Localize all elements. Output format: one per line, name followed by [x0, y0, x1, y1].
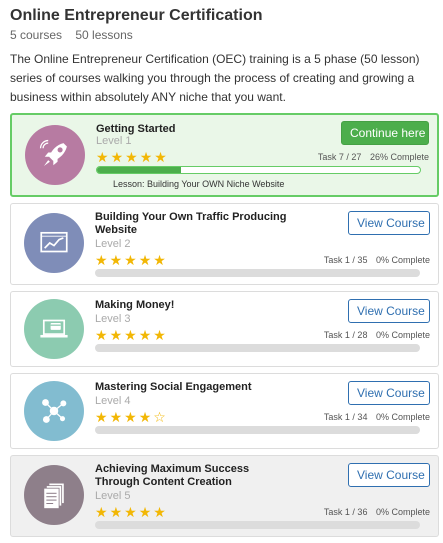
star-rating: ★★★★★ — [95, 253, 168, 267]
task-progress-text: Task 1 / 34 0% Complete — [324, 412, 430, 423]
course-card-social-engagement[interactable]: Mastering Social Engagement Level 4 ★★★★… — [10, 373, 439, 449]
course-page: Online Entrepreneur Certification 5 cour… — [0, 0, 443, 537]
social-network-icon — [42, 399, 67, 423]
star-icon: ★ — [95, 327, 110, 343]
star-icon: ★ — [125, 149, 140, 165]
progress-bar — [95, 521, 420, 529]
course-meta: 5 courses 50 lessons — [10, 28, 439, 42]
course-title: Mastering Social Engagement — [95, 381, 252, 393]
task-count: Task 1 / 35 — [323, 255, 368, 265]
star-icon: ★ — [109, 252, 125, 268]
star-icon: ★ — [109, 327, 125, 343]
laptop-card-icon — [40, 319, 68, 338]
star-icon: ★ — [138, 252, 154, 268]
percent-complete: 26% Complete — [369, 152, 429, 162]
course-title: Building Your Own Traffic Producing Webs… — [95, 211, 287, 236]
star-icon: ★ — [96, 149, 111, 165]
task-progress-text: Task 7 / 27 26% Complete — [318, 152, 429, 163]
course-card-making-money[interactable]: Making Money! Level 3 ★★★★★ Task 1 / 28 … — [10, 291, 439, 367]
page-description: The Online Entrepreneur Certification (O… — [10, 52, 420, 104]
progress-bar — [95, 426, 420, 434]
star-icon: ★ — [95, 409, 110, 425]
course-title: Achieving Maximum Success Through Conten… — [95, 463, 250, 488]
star-icon: ★ — [153, 504, 168, 520]
percent-complete: 0% Complete — [375, 507, 430, 517]
course-list: Getting Started Level 1 ★★★★★ Task 7 / 2… — [10, 113, 439, 537]
half-star-icon: ☆ — [153, 409, 168, 425]
documents-icon — [43, 482, 65, 510]
star-rating: ★★★★★ — [95, 505, 168, 519]
course-icon-circle — [24, 381, 84, 441]
course-title: Making Money! — [95, 299, 175, 311]
star-icon: ★ — [124, 409, 139, 425]
star-icon: ★ — [154, 149, 169, 165]
star-icon: ★ — [153, 327, 168, 343]
view-course-button[interactable]: View Course — [348, 381, 430, 405]
percent-complete: 0% Complete — [375, 255, 430, 265]
star-rating: ★★★★★ — [95, 328, 168, 342]
task-progress-text: Task 1 / 28 0% Complete — [324, 330, 430, 341]
progress-bar — [95, 344, 420, 352]
course-level: Level 3 — [95, 313, 131, 325]
course-card-traffic-website[interactable]: Building Your Own Traffic Producing Webs… — [10, 203, 439, 285]
star-icon: ★ — [139, 149, 155, 165]
courses-count: 5 courses — [10, 28, 63, 42]
task-count: Task 7 / 27 — [317, 152, 362, 162]
current-lesson: Lesson: Building Your OWN Niche Website — [113, 179, 285, 189]
rocket-icon — [39, 139, 67, 167]
view-course-button[interactable]: View Course — [348, 463, 430, 487]
lessons-count: 50 lessons — [75, 28, 133, 42]
course-icon-circle — [24, 299, 84, 359]
star-icon: ★ — [95, 504, 110, 520]
progress-bar — [96, 166, 421, 174]
star-icon: ★ — [124, 327, 139, 343]
star-icon: ★ — [109, 409, 125, 425]
course-level: Level 5 — [95, 490, 131, 502]
page-title: Online Entrepreneur Certification — [10, 7, 263, 24]
star-icon: ★ — [124, 252, 139, 268]
task-count: Task 1 / 34 — [323, 412, 368, 422]
continue-button[interactable]: Continue here — [341, 121, 429, 145]
star-icon: ★ — [95, 252, 110, 268]
chart-monitor-icon — [40, 231, 68, 253]
star-rating: ★★★★★ — [96, 150, 169, 164]
view-course-button[interactable]: View Course — [348, 211, 430, 235]
course-level: Level 2 — [95, 238, 131, 250]
star-icon: ★ — [138, 504, 154, 520]
star-icon: ★ — [153, 252, 168, 268]
course-icon-circle — [24, 465, 84, 525]
progress-fill — [97, 167, 181, 173]
task-count: Task 1 / 28 — [323, 330, 368, 340]
star-icon: ★ — [124, 504, 139, 520]
course-card-getting-started[interactable]: Getting Started Level 1 ★★★★★ Task 7 / 2… — [10, 113, 439, 197]
star-icon: ★ — [109, 504, 125, 520]
star-icon: ★ — [110, 149, 126, 165]
star-icon: ★ — [138, 409, 154, 425]
course-card-content-creation[interactable]: Achieving Maximum Success Through Conten… — [10, 455, 439, 537]
percent-complete: 0% Complete — [375, 330, 430, 340]
task-count: Task 1 / 36 — [323, 507, 368, 517]
course-level: Level 4 — [95, 395, 131, 407]
progress-bar — [95, 269, 420, 277]
task-progress-text: Task 1 / 36 0% Complete — [324, 507, 430, 518]
percent-complete: 0% Complete — [375, 412, 430, 422]
task-progress-text: Task 1 / 35 0% Complete — [324, 255, 430, 266]
view-course-button[interactable]: View Course — [348, 299, 430, 323]
star-icon: ★ — [138, 327, 154, 343]
star-rating: ★★★★☆ — [95, 410, 168, 424]
course-icon-circle — [25, 125, 85, 185]
course-icon-circle — [24, 213, 84, 273]
course-level: Level 1 — [96, 135, 132, 147]
